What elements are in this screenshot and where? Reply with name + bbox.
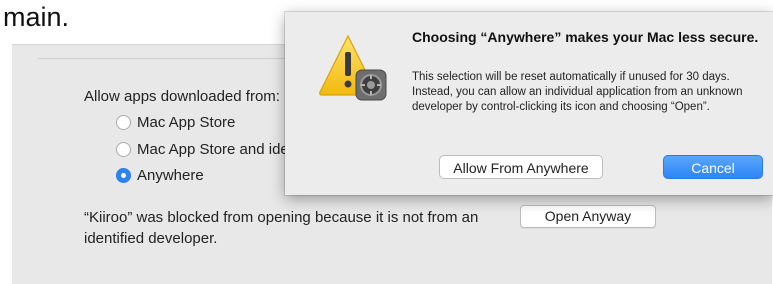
system-preferences-gear-icon [355, 69, 387, 101]
radio-option-anywhere[interactable]: Anywhere [116, 167, 204, 184]
allow-from-anywhere-button[interactable]: Allow From Anywhere [439, 155, 603, 179]
open-anyway-button[interactable]: Open Anyway [520, 205, 656, 228]
radio-button[interactable] [116, 115, 131, 130]
warning-icon [319, 34, 387, 101]
radio-label: Anywhere [137, 167, 204, 184]
dialog-title: Choosing “Anywhere” makes your Mac less … [412, 29, 759, 45]
allow-apps-label: Allow apps downloaded from: [84, 88, 280, 105]
radio-option-mac-app-store[interactable]: Mac App Store [116, 114, 235, 131]
blocked-app-message: “Kiiroo” was blocked from opening becaus… [84, 209, 479, 247]
radio-label: Mac App Store [137, 114, 236, 131]
radio-button[interactable] [116, 142, 131, 157]
security-warning-dialog: Choosing “Anywhere” makes your Mac less … [285, 12, 773, 195]
background-text-fragment: main. [3, 2, 70, 32]
radio-button-selected[interactable] [116, 168, 131, 183]
dialog-message: This selection will be reset automatical… [412, 71, 743, 113]
cancel-button[interactable]: Cancel [663, 155, 763, 179]
